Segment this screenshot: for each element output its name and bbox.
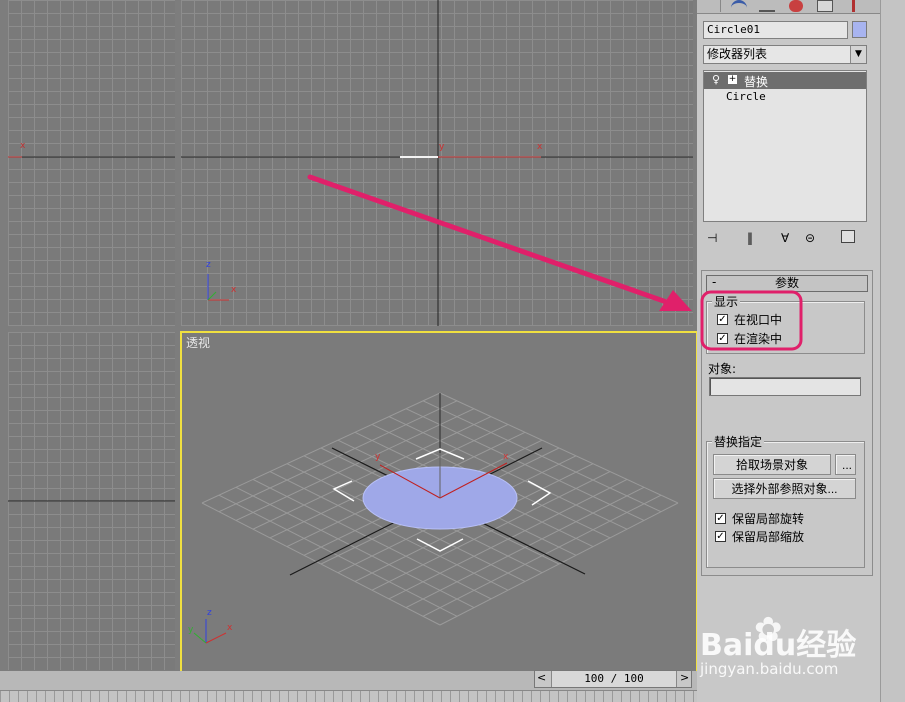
command-panel: Circle01 修改器列表 ▼ ♀ + 替换 Circle ⊣ ‖ ∀ ⊝ -… [697,0,880,702]
tripod-z-label: z [207,608,212,618]
expand-plus-icon[interactable]: + [728,75,737,84]
create-tab-icon[interactable] [707,0,721,12]
time-slider[interactable]: < 100 / 100 > [534,670,692,688]
modifier-stack[interactable]: ♀ + 替换 Circle [703,70,867,222]
chevron-down-icon[interactable]: ▼ [850,46,866,63]
perspective-scene [193,392,679,644]
hierarchy-tab-icon[interactable] [759,0,775,12]
stack-item-label: 替换 [744,75,769,89]
axis-label-x: x [537,142,543,152]
make-unique-icon[interactable]: ∀ [781,231,789,245]
axis-label-y: y [375,452,381,462]
axis-label-y: y [439,142,445,152]
in-render-label: 在渲染中 [734,332,783,346]
object-color-swatch[interactable] [852,21,867,38]
display-group-label: 显示 [712,293,741,310]
panel-scrollbar[interactable] [880,0,905,702]
next-frame-button[interactable]: > [680,671,689,684]
track-ruler [0,690,697,702]
motion-tab-icon[interactable] [789,0,803,12]
watermark-brand: Baidu经验 [700,628,857,663]
tripod-y-label: y [188,625,194,635]
frame-readout: 100 / 100 [551,671,677,687]
in-viewport-checkbox[interactable]: ✓ [717,314,728,325]
tripod-z-label: z [206,260,211,270]
display-tab-icon[interactable] [817,0,833,12]
in-render-checkbox[interactable]: ✓ [717,333,728,344]
keep-scale-checkbox[interactable]: ✓ [715,531,726,542]
stack-toolbar: ⊣ ‖ ∀ ⊝ [703,228,867,250]
watermark-url: jingyan.baidu.com [700,660,839,678]
viewport-perspective[interactable]: 透视 y x z x y [180,331,698,675]
select-xref-object-button[interactable]: 选择外部参照对象... [713,478,856,499]
prev-frame-button[interactable]: < [537,671,546,684]
pin-stack-icon[interactable]: ⊣ [707,231,717,245]
axis-label-x: x [20,141,26,151]
modifier-list-label: 修改器列表 [707,47,768,61]
keep-rotation-checkbox[interactable]: ✓ [715,513,726,524]
object-name-field[interactable]: Circle01 [703,21,848,39]
lightbulb-icon[interactable]: ♀ [712,73,720,86]
remove-modifier-icon[interactable]: ⊝ [805,231,815,245]
viewport-left[interactable] [8,332,175,670]
keep-scale-label: 保留局部缩放 [732,530,805,544]
ellipsis-button[interactable]: ... [835,454,856,475]
show-end-result-icon[interactable]: ‖ [747,231,753,245]
stack-item-circle[interactable]: Circle [704,90,866,106]
pick-scene-object-button[interactable]: 拾取场景对象 [713,454,831,475]
configure-sets-icon[interactable] [841,230,855,243]
utilities-tab-icon[interactable] [852,0,855,12]
viewport-top-left[interactable]: x [8,0,175,326]
keep-rotation-label: 保留局部旋转 [732,512,805,526]
object-label: 对象: [708,362,737,376]
modifier-list-dropdown[interactable]: 修改器列表 ▼ [703,45,867,64]
object-field[interactable] [709,377,861,396]
tripod-x-label: x [227,623,233,633]
in-viewport-label: 在视口中 [734,313,783,327]
rollout-title: 参数 [774,276,799,290]
tripod-x-label: x [231,285,237,295]
rollout-header[interactable]: - 参数 [706,275,868,292]
parameters-rollout: - 参数 显示 ✓ 在视口中 ✓ 在渲染中 对象: 替换指定 拾取场景对象 ..… [701,270,873,576]
axis-label-x: x [503,452,509,462]
stack-item-replace[interactable]: ♀ + 替换 [704,72,866,89]
modify-tab-icon[interactable] [731,0,747,12]
replace-group-label: 替换指定 [712,433,765,450]
viewport-top[interactable]: y x z x [181,0,693,326]
stack-item-label: Circle [726,90,766,103]
